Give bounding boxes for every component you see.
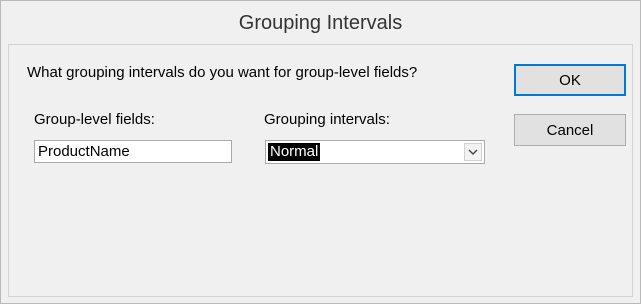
title-bar[interactable]: Grouping Intervals (1, 1, 640, 44)
grouping-interval-selected-value: Normal (268, 143, 321, 161)
group-level-field-item[interactable]: ProductName (34, 140, 232, 163)
dropdown-button[interactable] (464, 143, 482, 161)
group-level-fields-label: Group-level fields: (34, 111, 155, 128)
grouping-intervals-label: Grouping intervals: (264, 111, 390, 128)
ok-button[interactable]: OK (514, 64, 626, 96)
cancel-button[interactable]: Cancel (514, 114, 626, 146)
chevron-down-icon (468, 149, 478, 155)
grouping-intervals-select[interactable]: Normal (265, 140, 485, 164)
grouping-intervals-dialog: Grouping Intervals What grouping interva… (0, 0, 641, 304)
prompt-text: What grouping intervals do you want for … (27, 64, 418, 81)
ok-button-label: OK (559, 71, 581, 89)
cancel-button-label: Cancel (546, 121, 594, 139)
dialog-title: Grouping Intervals (238, 12, 403, 34)
